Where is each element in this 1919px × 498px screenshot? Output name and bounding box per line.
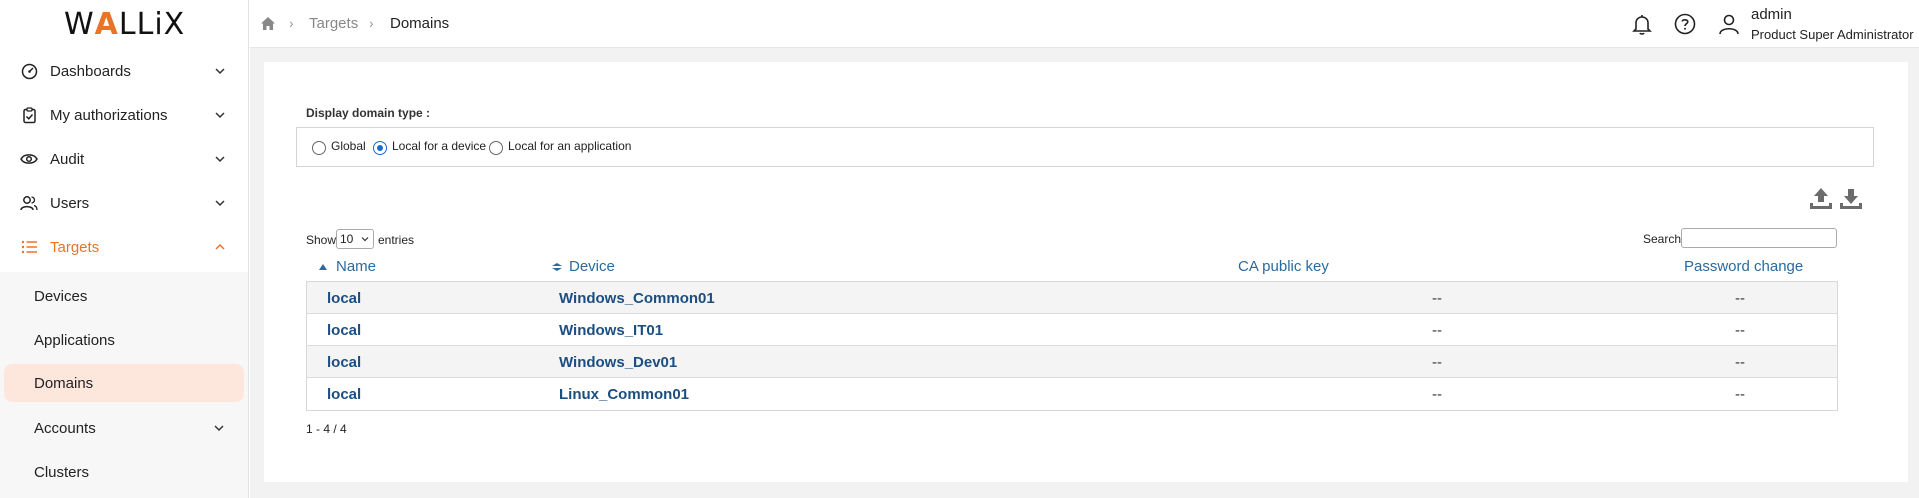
cell-name-link[interactable]: local [327, 290, 361, 307]
list-icon [20, 238, 38, 256]
sidebar-subitem-applications[interactable]: Applications [4, 321, 244, 359]
sidebar-subitem-label: Devices [34, 287, 88, 305]
domains-table: local Windows_Common01 -- -- local Windo… [306, 281, 1838, 411]
pagination-summary: 1 - 4 / 4 [306, 422, 347, 436]
cell-ca-public-key: -- [1432, 322, 1442, 339]
sidebar-subitem-label: Clusters [34, 463, 90, 481]
column-header-name[interactable]: Name [336, 258, 376, 275]
column-header-password-change[interactable]: Password change [1684, 258, 1803, 275]
sidebar-subitem-accounts[interactable]: Accounts [4, 409, 244, 447]
sidebar-item-my-authorizations[interactable]: My authorizations [0, 93, 249, 137]
user-role: Product Super Administrator [1751, 27, 1914, 42]
sidebar-subitem-label: Accounts [34, 419, 96, 437]
help-icon[interactable] [1673, 12, 1697, 36]
table-row: local Linux_Common01 -- -- [307, 378, 1837, 410]
column-header-ca-public-key[interactable]: CA public key [1238, 258, 1329, 275]
chevron-down-icon [214, 425, 224, 432]
breadcrumb-separator: › [289, 15, 294, 31]
sidebar-item-dashboards[interactable]: Dashboards [0, 49, 249, 93]
chevron-down-icon [215, 200, 225, 207]
wallix-logo[interactable]: W A LLiX [64, 7, 185, 42]
sidebar-subitem-clusters[interactable]: Clusters [4, 453, 244, 491]
cell-name-link[interactable]: local [327, 386, 361, 403]
entries-label: entries [378, 233, 415, 247]
sidebar-item-audit[interactable]: Audit [0, 137, 249, 181]
sort-ascending-icon[interactable] [317, 262, 329, 272]
sidebar-item-label: Audit [50, 150, 85, 168]
sidebar-subitem-label: Applications [34, 331, 115, 349]
cell-name-link[interactable]: local [327, 322, 361, 339]
cell-ca-public-key: -- [1432, 354, 1442, 371]
upload-icon[interactable] [1808, 186, 1834, 212]
table-row: local Windows_Common01 -- -- [307, 282, 1837, 314]
sidebar-item-label: Targets [50, 238, 100, 256]
chevron-down-icon [215, 112, 225, 119]
cell-device-link[interactable]: Windows_Dev01 [559, 354, 677, 371]
chevron-down-icon [215, 68, 225, 75]
cell-device-link[interactable]: Windows_IT01 [559, 322, 663, 339]
clipboard-icon [20, 106, 38, 124]
bell-icon[interactable] [1630, 12, 1654, 36]
page-size-select[interactable]: 10 [336, 229, 374, 249]
sidebar-item-targets[interactable]: Targets [0, 225, 249, 269]
cell-password-change: -- [1735, 354, 1745, 371]
radio-local-device-label[interactable]: Local for a device [392, 139, 486, 153]
cell-ca-public-key: -- [1432, 290, 1442, 307]
eye-icon [20, 150, 38, 168]
cell-device-link[interactable]: Windows_Common01 [559, 290, 715, 307]
sidebar-item-users[interactable]: Users [0, 181, 249, 225]
users-icon [20, 194, 38, 212]
dashboard-icon [20, 62, 38, 80]
user-avatar-icon[interactable] [1717, 12, 1741, 36]
domain-type-label: Display domain type : [306, 106, 431, 120]
breadcrumb-targets[interactable]: Targets [309, 15, 358, 32]
sidebar-item-label: Dashboards [50, 62, 131, 80]
sidebar-item-label: Users [50, 194, 90, 212]
top-bar [250, 0, 1919, 48]
cell-password-change: -- [1735, 290, 1745, 307]
sidebar: W A LLiX Dashboards My authorizations Audi… [0, 0, 249, 498]
radio-global[interactable] [312, 141, 326, 155]
breadcrumb-separator: › [369, 15, 374, 31]
search-label: Search: [1643, 232, 1685, 246]
cell-password-change: -- [1735, 322, 1745, 339]
sidebar-subitem-domains[interactable]: Domains [4, 364, 244, 402]
chevron-down-icon [361, 237, 369, 242]
cell-name-link[interactable]: local [327, 354, 361, 371]
sidebar-item-label: My authorizations [50, 106, 168, 124]
show-label: Show [306, 233, 337, 247]
sort-both-icon[interactable] [551, 262, 563, 272]
content-card [264, 62, 1908, 482]
radio-local-application[interactable] [489, 141, 503, 155]
column-header-device[interactable]: Device [569, 258, 615, 275]
cell-password-change: -- [1735, 386, 1745, 403]
chevron-down-icon [215, 156, 225, 163]
radio-global-label[interactable]: Global [331, 139, 366, 153]
sidebar-subitem-devices[interactable]: Devices [4, 277, 244, 315]
table-row: local Windows_Dev01 -- -- [307, 346, 1837, 378]
breadcrumb-current: Domains [390, 15, 450, 32]
radio-local-application-label[interactable]: Local for an application [508, 139, 631, 153]
home-icon[interactable] [260, 16, 276, 31]
search-input[interactable] [1681, 228, 1837, 248]
page-size-value: 10 [340, 232, 354, 246]
cell-ca-public-key: -- [1432, 386, 1442, 403]
radio-local-device[interactable] [373, 141, 387, 155]
sidebar-subitem-label: Domains [34, 374, 94, 392]
user-name[interactable]: admin [1751, 6, 1792, 23]
chevron-up-icon [215, 243, 225, 250]
cell-device-link[interactable]: Linux_Common01 [559, 386, 689, 403]
table-row: local Windows_IT01 -- -- [307, 314, 1837, 346]
download-icon[interactable] [1838, 186, 1864, 212]
